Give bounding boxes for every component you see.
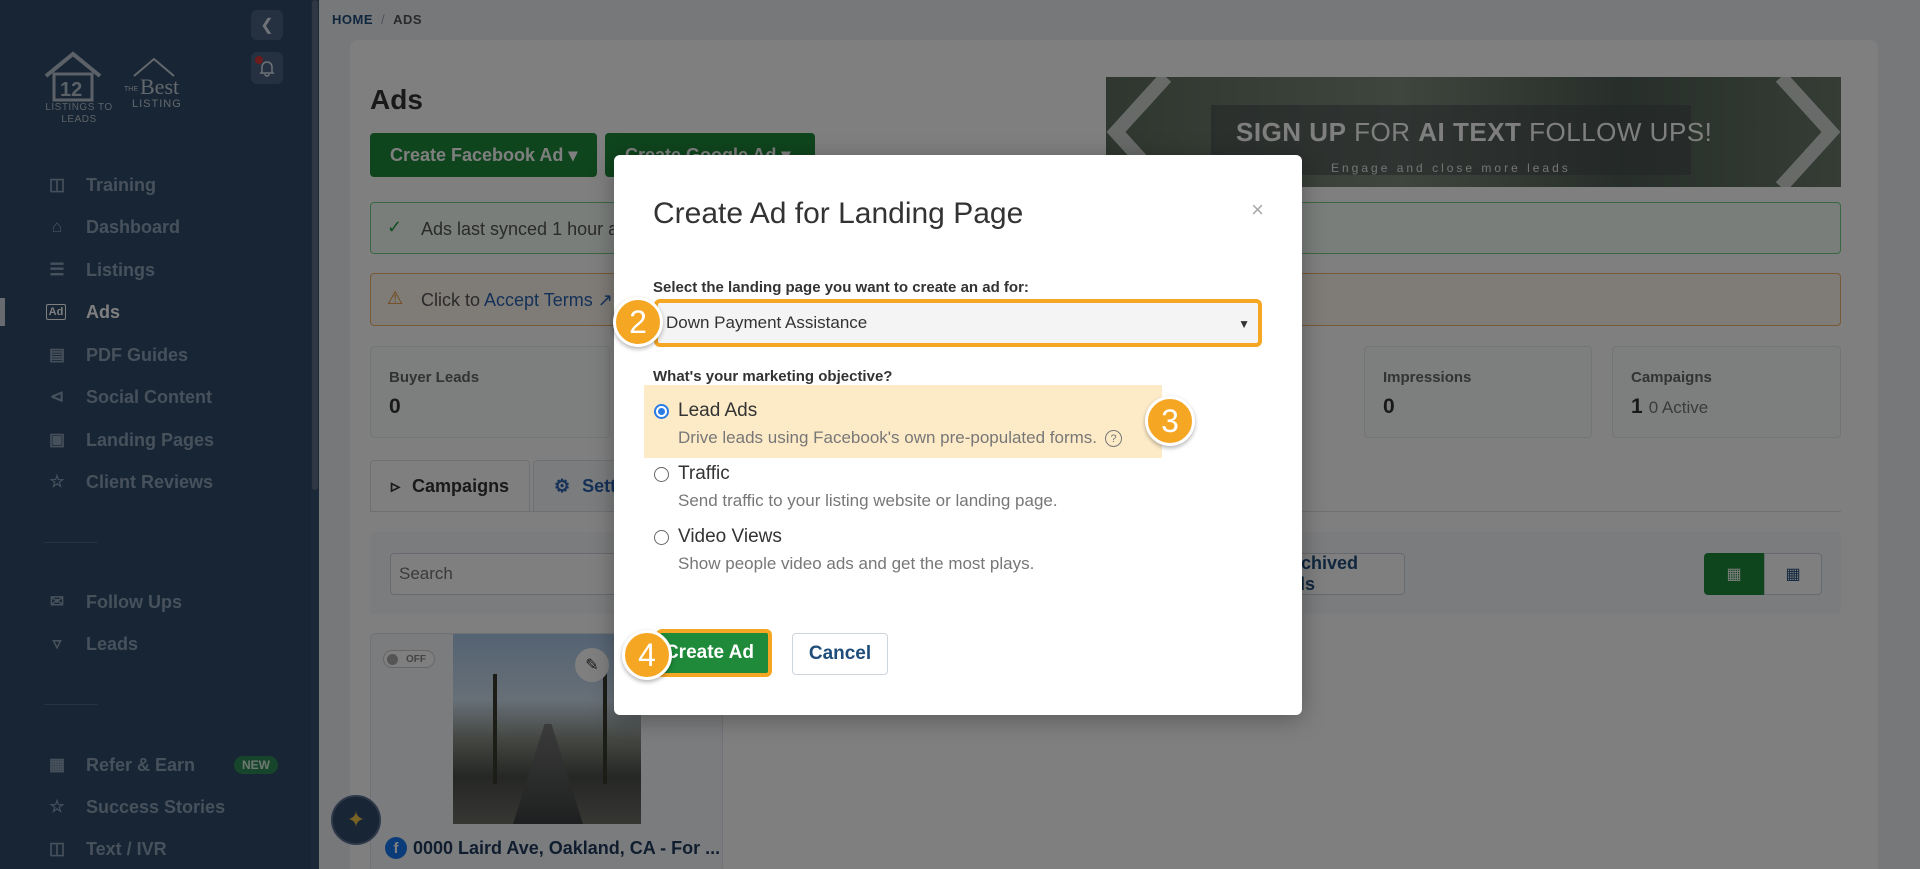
create-ad-modal: Create Ad for Landing Page × Select the … (614, 155, 1302, 715)
step-marker-2: 2 (613, 297, 663, 347)
select-value: Down Payment Assistance (666, 313, 868, 332)
landing-page-select[interactable]: Down Payment Assistance ▼ (654, 299, 1262, 347)
option-title: Lead Ads (678, 400, 758, 421)
option-desc-text: Drive leads using Facebook's own pre-pop… (678, 428, 1098, 447)
objective-label: What's your marketing objective? (653, 368, 893, 385)
option-description: Drive leads using Facebook's own pre-pop… (678, 428, 1123, 448)
video-views-radio[interactable] (654, 530, 669, 545)
option-description: Show people video ads and get the most p… (678, 554, 1035, 573)
caret-down-icon: ▼ (1238, 317, 1250, 331)
close-icon[interactable]: × (1251, 197, 1264, 223)
traffic-radio[interactable] (654, 467, 669, 482)
step-marker-4: 4 (622, 630, 672, 680)
cancel-button[interactable]: Cancel (792, 633, 888, 675)
create-ad-button[interactable]: Create Ad (656, 629, 772, 677)
step-marker-3: 3 (1145, 396, 1195, 446)
landing-page-label: Select the landing page you want to crea… (653, 279, 1029, 296)
option-title: Traffic (678, 463, 730, 484)
option-description: Send traffic to your listing website or … (678, 491, 1058, 510)
option-title: Video Views (678, 526, 782, 547)
modal-title: Create Ad for Landing Page (653, 197, 1024, 230)
lead-ads-radio[interactable] (654, 404, 669, 419)
help-icon[interactable]: ? (1105, 430, 1123, 448)
